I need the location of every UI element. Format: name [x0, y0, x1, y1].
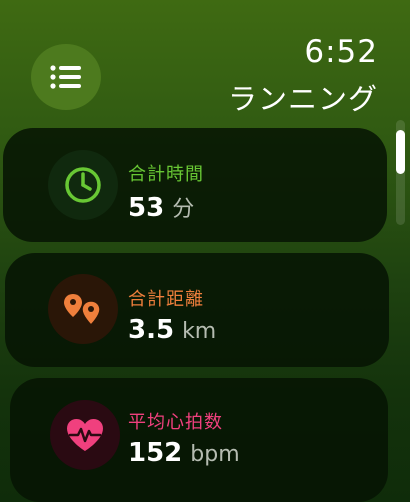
clock-icon [65, 167, 101, 203]
metric-icon-container [50, 400, 120, 470]
menu-button[interactable] [31, 44, 101, 110]
metric-value: 53 [128, 193, 165, 223]
metric-label: 合計距離 [128, 289, 204, 310]
metric-label: 平均心拍数 [128, 412, 223, 433]
map-pins-icon [64, 294, 101, 327]
metric-label: 合計時間 [128, 164, 204, 185]
scrollbar-thumb[interactable] [396, 130, 405, 174]
metric-card-total-time[interactable]: 合計時間 53 分 [3, 128, 387, 242]
metric-unit: km [182, 319, 217, 344]
metric-unit: bpm [190, 442, 240, 467]
metric-value: 152 [128, 438, 183, 468]
metric-card-average-heart-rate[interactable]: 平均心拍数 152 bpm [10, 378, 388, 502]
clock-time: 6:52 [304, 34, 378, 70]
list-icon [50, 65, 81, 89]
scrollbar[interactable] [396, 120, 405, 225]
page-title: ランニング [227, 82, 378, 116]
metric-value: 3.5 [128, 315, 175, 345]
metric-unit: 分 [172, 197, 195, 222]
metric-icon-container [48, 274, 118, 344]
metric-card-total-distance[interactable]: 合計距離 3.5 km [5, 253, 389, 367]
metric-icon-container [48, 150, 118, 220]
heart-rate-icon [67, 419, 103, 451]
